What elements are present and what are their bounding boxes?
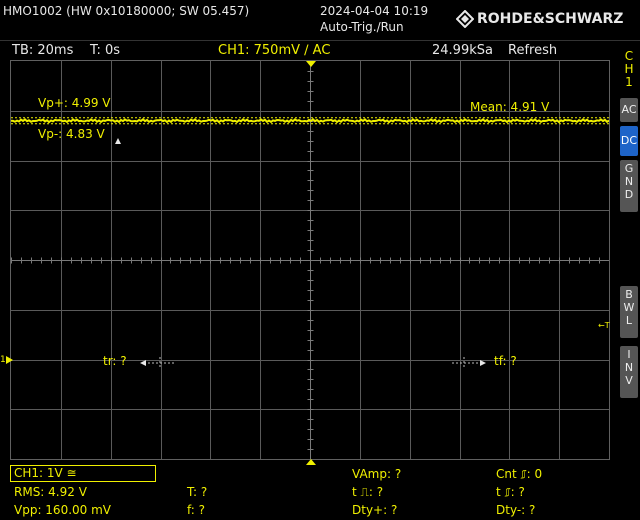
vp-minus-cursor-icon: [115, 133, 121, 147]
waveform-display[interactable]: [10, 60, 610, 460]
acquisition-mode[interactable]: Refresh: [508, 43, 557, 58]
vp-plus-readout: Vp+: 4.99 V: [38, 96, 111, 110]
trigger-position-bottom-marker: [306, 454, 316, 468]
negative-pulse-measurement: t ⎎: ?: [496, 485, 525, 499]
gnd-coupling-button[interactable]: GND: [620, 160, 638, 212]
device-info: HMO1002 (HW 0x10180000; SW 05.457): [3, 4, 250, 18]
channel-scale-box[interactable]: CH1: 1V ≅: [10, 465, 156, 482]
brand-name: ROHDE&SCHWARZ: [477, 11, 624, 27]
negative-duty-measurement: Dty-: ?: [496, 503, 536, 517]
vp-minus-readout: Vp-: 4.83 V: [38, 127, 105, 141]
datetime: 2024-04-04 10:19: [320, 4, 429, 18]
vamp-measurement: VAmp: ?: [352, 467, 402, 481]
trigger-position-top-marker: [306, 56, 316, 70]
vpp-measurement: Vpp: 160.00 mV: [14, 503, 112, 517]
positive-duty-measurement: Dty+: ?: [352, 503, 398, 517]
trigger-level-marker[interactable]: ←T: [598, 321, 610, 330]
count-measurement: Cnt ⎎: 0: [496, 467, 543, 481]
graticule-grid: [11, 61, 609, 459]
timebase-setting[interactable]: TB: 20ms: [12, 43, 73, 58]
bandwidth-limit-button[interactable]: BWL: [620, 286, 638, 338]
dc-coupling-button[interactable]: DC: [620, 126, 638, 156]
channel-ground-marker[interactable]: 1: [0, 355, 13, 365]
brand-logo-icon: [455, 9, 475, 31]
rise-time-readout: tr: ?: [103, 354, 127, 368]
period-measurement: T: ?: [187, 485, 208, 499]
positive-pulse-measurement: t ⎍: ?: [352, 485, 384, 499]
rise-time-cursor-icon: [140, 357, 174, 372]
side-channel-label: CH1: [620, 48, 638, 94]
fall-time-cursor-icon: [452, 357, 486, 372]
sample-rate: 24.99kSa: [432, 43, 493, 58]
fall-time-readout: tf: ?: [494, 354, 517, 368]
trigger-mode: Auto-Trig./Run: [320, 20, 404, 34]
invert-button[interactable]: INV: [620, 346, 638, 398]
mean-readout: Mean: 4.91 V: [470, 100, 550, 114]
frequency-measurement: f: ?: [187, 503, 206, 517]
rms-measurement: RMS: 4.92 V: [14, 485, 87, 499]
status-separator: [0, 40, 640, 41]
ac-coupling-button[interactable]: AC: [620, 98, 638, 122]
trigger-time[interactable]: T: 0s: [90, 43, 120, 58]
